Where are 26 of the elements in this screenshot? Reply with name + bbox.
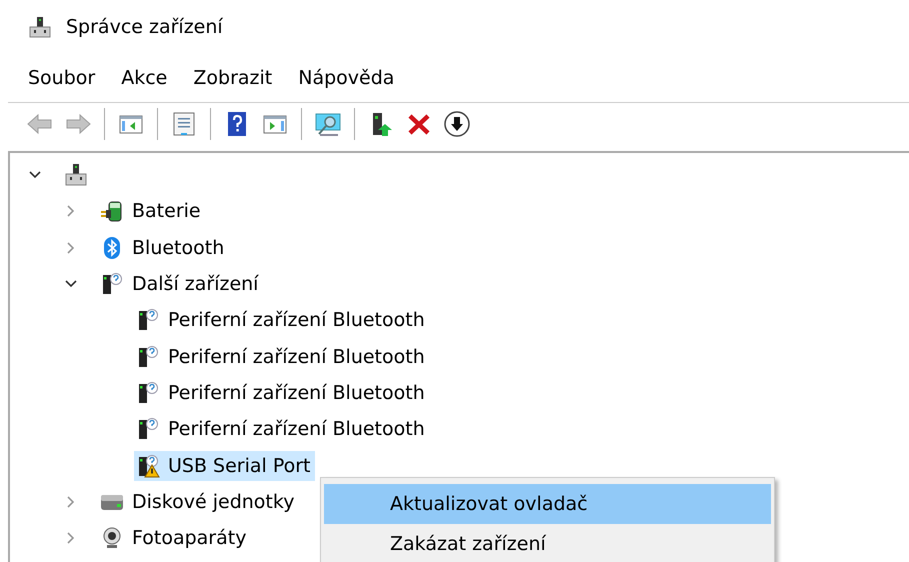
menu-item[interactable]: Soubor <box>28 67 96 89</box>
tree-item[interactable]: Periferní zařízení Bluetooth <box>134 378 429 408</box>
menu-item[interactable]: Akce <box>121 67 168 89</box>
unknown-device-icon <box>136 308 160 332</box>
tree-item[interactable]: Periferní zařízení Bluetooth <box>134 305 429 336</box>
battery-plug-icon <box>100 199 124 224</box>
tree-item[interactable]: Fotoaparáty <box>98 523 250 554</box>
computer-icon <box>28 15 52 39</box>
tree-item[interactable]: USB Serial Port <box>134 450 315 481</box>
tree-item[interactable]: Diskové jednotky <box>98 486 298 517</box>
tree-item[interactable]: Periferní zařízení Bluetooth <box>134 342 429 372</box>
unknown-device-icon <box>100 272 124 296</box>
warning-device-icon <box>136 454 160 478</box>
menu-item[interactable]: Aktualizovat ovladač <box>324 484 771 524</box>
unknown-device-icon <box>136 417 160 442</box>
tree-item[interactable]: Bluetooth <box>98 232 228 263</box>
tree-item[interactable]: Baterie <box>98 196 205 226</box>
window-title: Správce zařízení <box>66 16 223 38</box>
menu-item[interactable]: Zobrazit <box>193 67 272 89</box>
tree-item[interactable]: Další zařízení <box>98 269 262 300</box>
tree-item[interactable]: Periferní zařízení Bluetooth <box>134 414 429 444</box>
menu-item[interactable]: Nápověda <box>298 67 394 89</box>
unknown-device-icon <box>136 344 160 369</box>
computer-icon <box>64 163 88 188</box>
unknown-device-icon <box>136 380 160 405</box>
menu-item[interactable]: Zakázat zařízení <box>324 524 771 562</box>
